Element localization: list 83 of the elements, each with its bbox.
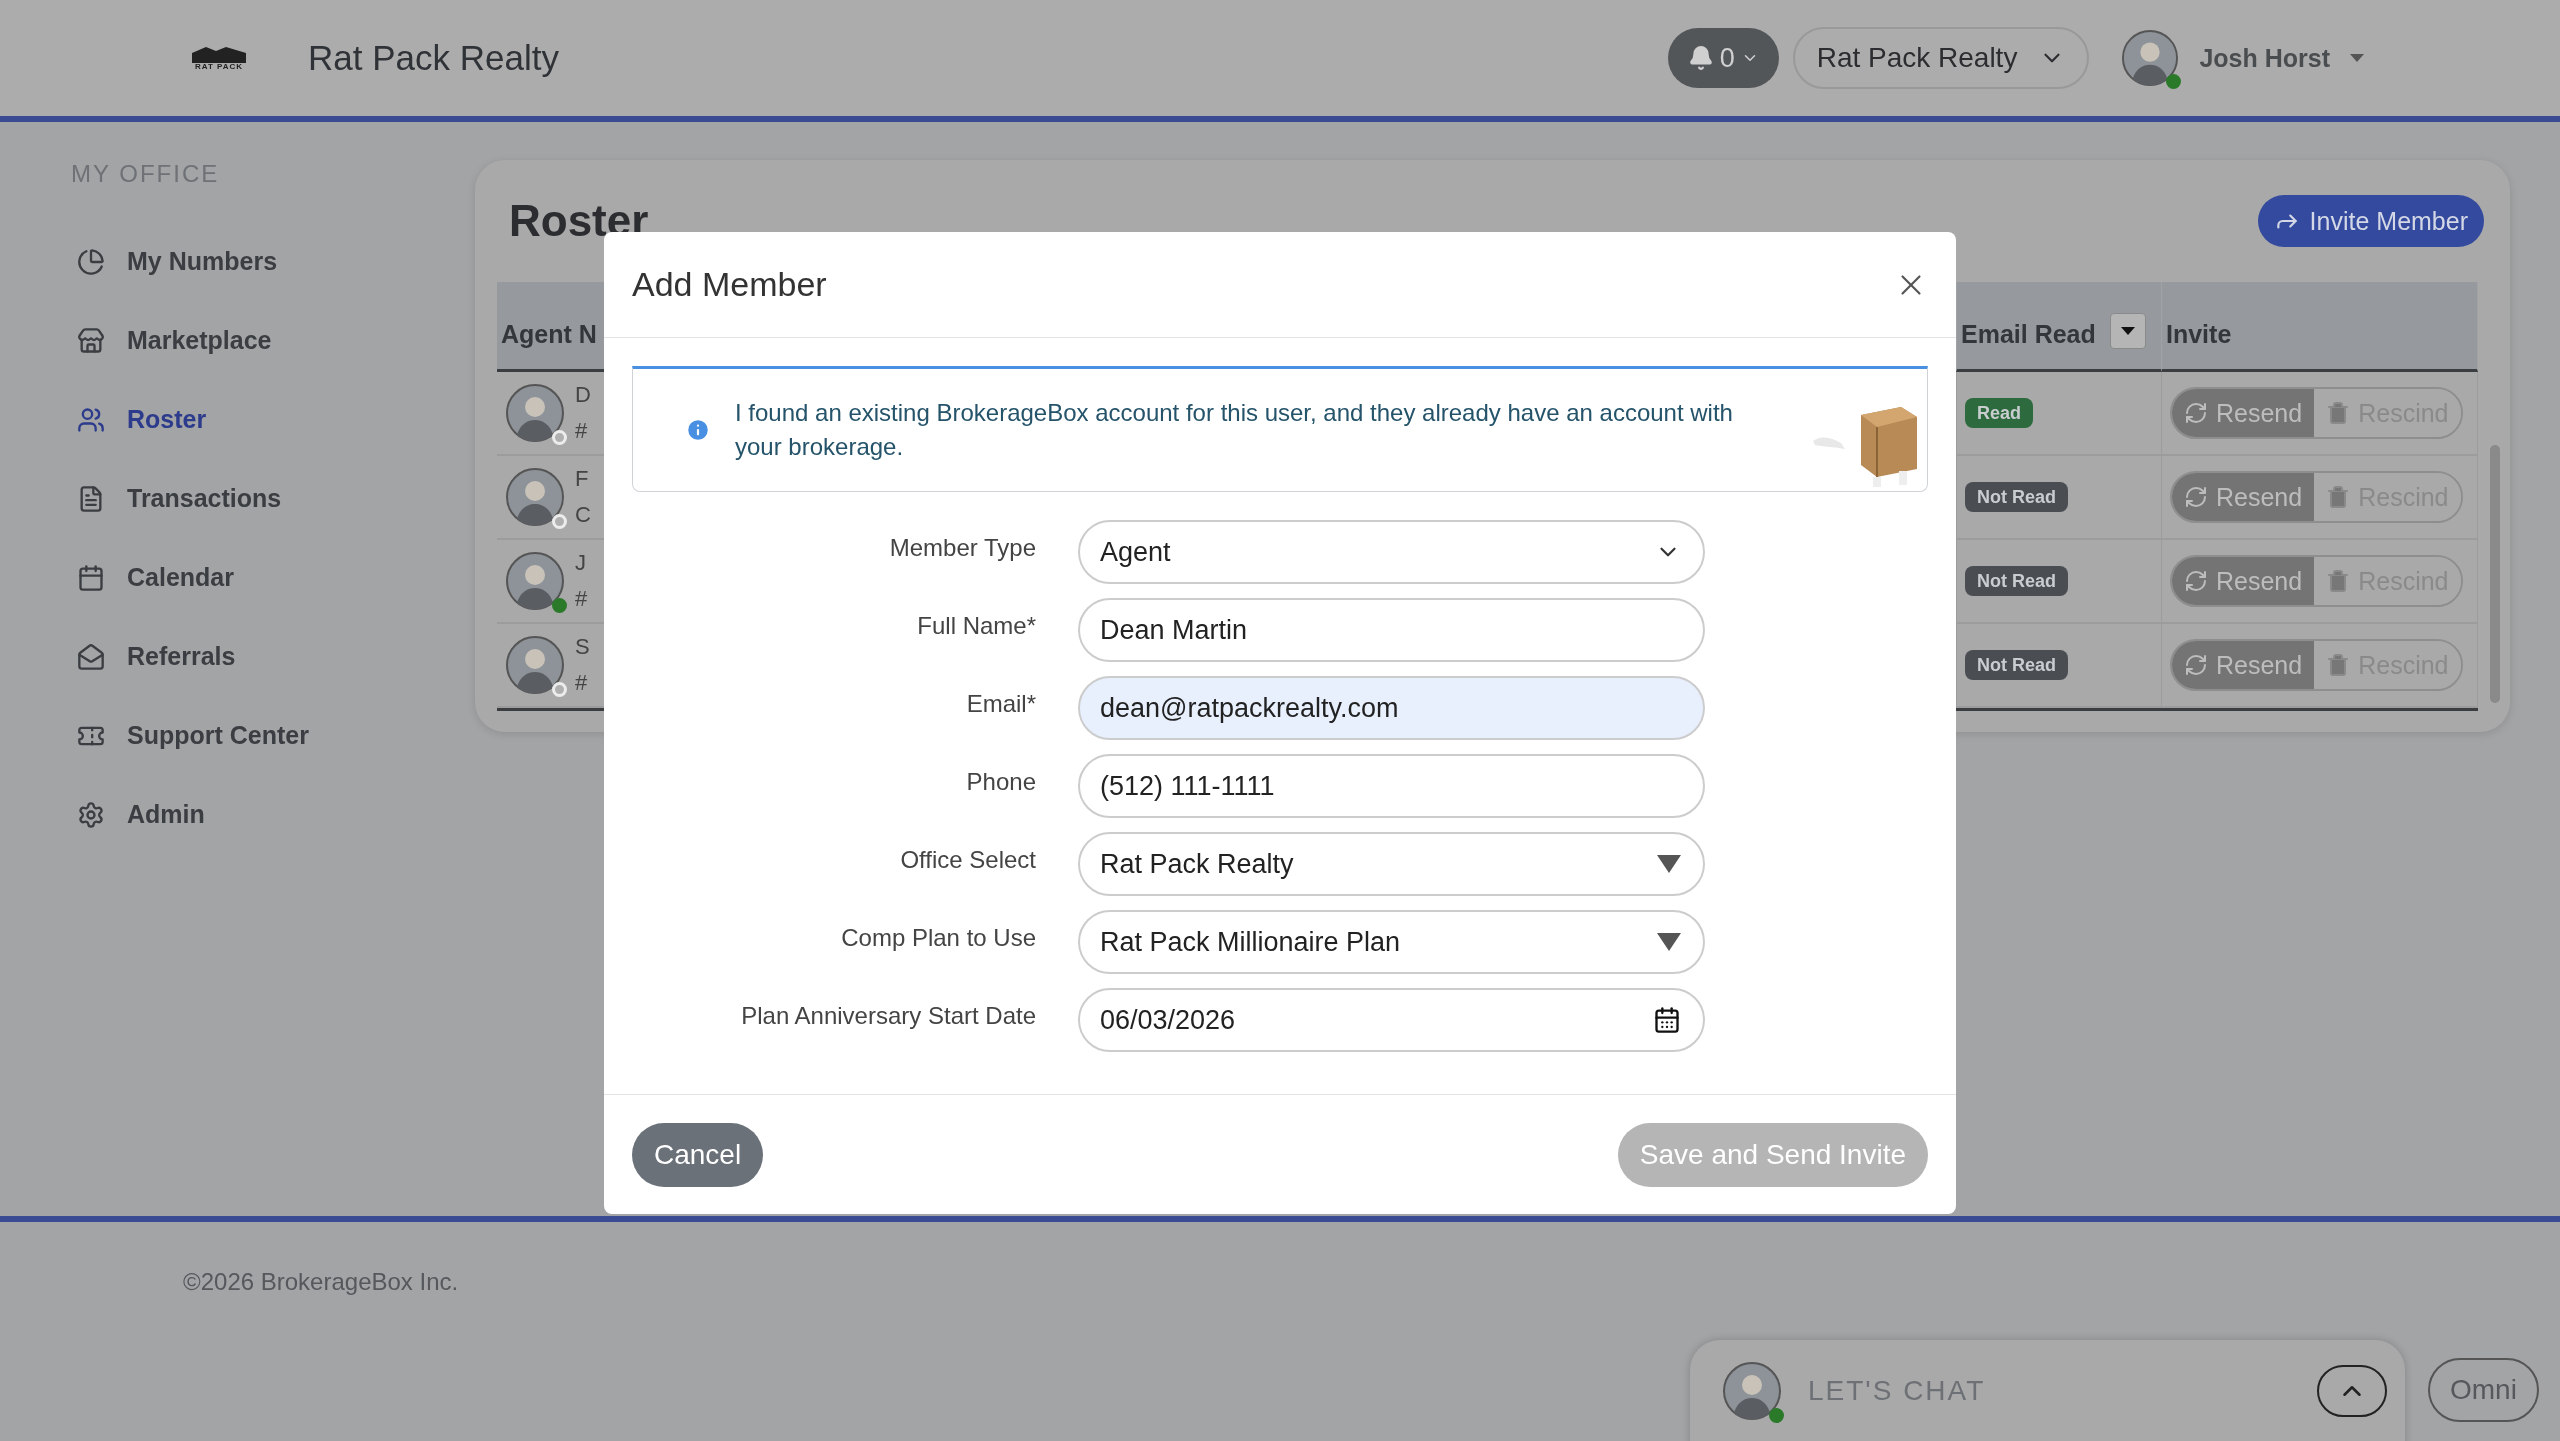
store-icon xyxy=(77,326,105,355)
trash-icon xyxy=(2326,485,2351,509)
refresh-icon xyxy=(2184,485,2208,509)
avatar xyxy=(2121,29,2180,87)
refresh-icon xyxy=(2184,653,2208,677)
field-label: Email* xyxy=(965,689,1036,719)
agent-detail: # xyxy=(575,670,589,696)
copyright-text: ©2026 BrokerageBox Inc. xyxy=(183,1268,459,1295)
omni-button[interactable]: Omni xyxy=(2428,1358,2539,1422)
select-field[interactable]: Agent xyxy=(1078,520,1705,584)
resend-button[interactable]: Resend xyxy=(2172,389,2315,437)
people-icon xyxy=(77,405,105,434)
sidebar-item[interactable]: Admin xyxy=(71,775,475,854)
trash-icon xyxy=(2326,401,2351,425)
select-field[interactable]: Rat Pack Millionaire Plan xyxy=(1078,910,1705,974)
resend-button[interactable]: Resend xyxy=(2172,557,2315,605)
scrollbar[interactable] xyxy=(2490,445,2500,703)
input-field[interactable]: dean@ratpackrealty.com xyxy=(1078,676,1705,740)
avatar xyxy=(1722,1361,1782,1421)
input-field[interactable]: Dean Martin xyxy=(1078,598,1705,662)
sidebar-item[interactable]: My Numbers xyxy=(71,222,475,301)
caret-down-icon xyxy=(1657,855,1681,873)
sidebar-item[interactable]: Transactions xyxy=(71,459,475,538)
avatar xyxy=(505,383,565,443)
envelope-icon xyxy=(77,642,105,671)
brand-title: Rat Pack Realty xyxy=(308,38,559,78)
avatar xyxy=(505,551,565,611)
agent-name: S xyxy=(575,634,590,660)
resend-button[interactable]: Resend xyxy=(2172,641,2315,689)
avatar xyxy=(505,467,565,527)
field-label: Comp Plan to Use xyxy=(840,923,1036,953)
dialog-title: Add Member xyxy=(632,265,827,304)
field-label: Plan Anniversary Start Date xyxy=(740,1001,1036,1031)
settings-icon xyxy=(77,800,105,829)
avatar xyxy=(505,635,565,695)
column-header: Invite xyxy=(2162,282,2478,372)
sidebar-item[interactable]: Referrals xyxy=(71,617,475,696)
refresh-icon xyxy=(2184,401,2208,425)
calendar-icon xyxy=(1653,1006,1681,1034)
pie-chart-icon xyxy=(77,247,105,276)
date-field[interactable]: 06/03/2026 xyxy=(1078,988,1705,1052)
status-badge: Not Read xyxy=(1965,650,2068,680)
status-badge: Read xyxy=(1965,398,2033,428)
filter-button[interactable] xyxy=(2109,313,2146,349)
user-menu[interactable]: Josh Horst xyxy=(2115,28,2370,88)
field-label: Office Select xyxy=(899,845,1036,875)
expand-chat-button[interactable] xyxy=(2317,1365,2387,1417)
office-dropdown[interactable]: Rat Pack Realty xyxy=(1792,27,2090,89)
caret-down-icon xyxy=(2350,54,2364,62)
agent-detail: # xyxy=(575,586,588,612)
sidebar-item[interactable]: Marketplace xyxy=(71,301,475,380)
agent-name: J xyxy=(575,550,587,576)
caret-down-icon xyxy=(1657,933,1681,951)
sidebar-item[interactable]: Support Center xyxy=(71,696,475,775)
calendar-icon xyxy=(77,563,105,592)
logo-text: RAT PACK xyxy=(194,63,244,71)
refresh-icon xyxy=(2184,569,2208,593)
invite-member-button[interactable]: Invite Member xyxy=(2257,195,2484,247)
field-label: Member Type xyxy=(888,533,1036,563)
agent-name: F xyxy=(575,466,590,492)
cancel-button[interactable]: Cancel xyxy=(632,1122,764,1187)
field-label: Phone xyxy=(965,767,1036,797)
agent-name: D xyxy=(575,382,591,408)
column-header-label: Email Read xyxy=(1961,320,2096,349)
alert-message: I found an existing BrokerageBox account for this user, and they already have an account with your brokerage. xyxy=(735,398,1734,462)
select-field[interactable]: Rat Pack Realty xyxy=(1078,832,1705,896)
resend-button[interactable]: Resend xyxy=(2172,473,2315,521)
status-badge: Not Read xyxy=(1965,566,2068,596)
bell-icon xyxy=(1687,45,1714,71)
notifications-button[interactable]: 0 xyxy=(1667,28,1779,88)
agent-detail: C xyxy=(575,502,591,528)
trash-icon xyxy=(2326,653,2351,677)
chat-label: LET'S CHAT xyxy=(1808,1375,1987,1407)
caret-down-icon xyxy=(2120,327,2135,335)
field-label: Full Name* xyxy=(916,611,1036,641)
status-badge: Not Read xyxy=(1965,482,2068,512)
sidebar-item[interactable]: Roster xyxy=(71,380,475,459)
agent-detail: # xyxy=(575,418,589,444)
page-title: Roster xyxy=(509,196,649,246)
info-icon xyxy=(685,417,711,443)
sidebar-item[interactable]: Calendar xyxy=(71,538,475,617)
trash-icon xyxy=(2326,569,2351,593)
input-field[interactable]: (512) 111-1111 xyxy=(1078,754,1705,818)
